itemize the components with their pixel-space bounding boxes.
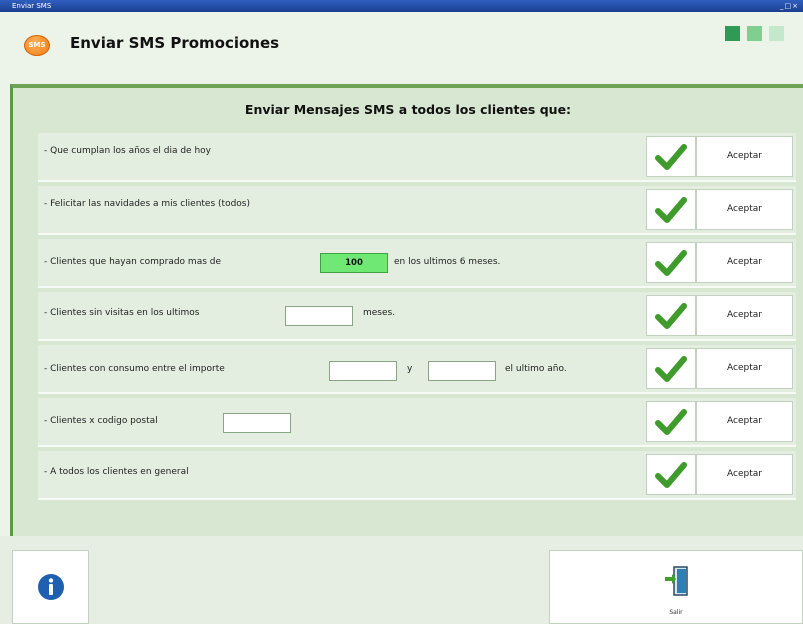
months-field[interactable] [285, 306, 353, 326]
confirm-check-button[interactable] [646, 295, 696, 336]
confirm-check-button[interactable] [646, 348, 696, 389]
accept-button[interactable]: Aceptar [696, 242, 793, 283]
row-label: - Clientes x codigo postal [44, 416, 158, 426]
criteria-row-no-visits: - Clientes sin visitas en los ultimos me… [38, 292, 796, 341]
accept-button[interactable]: Aceptar [696, 401, 793, 442]
app-header: SMS Enviar SMS Promociones [0, 12, 803, 84]
check-icon [655, 408, 687, 435]
row-label: - Clientes que hayan comprado mas de [44, 257, 222, 267]
confirm-check-button[interactable] [646, 454, 696, 495]
criteria-panel: Enviar Mensajes SMS a todos los clientes… [10, 84, 803, 540]
panel-title: Enviar Mensajes SMS a todos los clientes… [244, 102, 572, 117]
sms-logo: SMS [24, 35, 50, 56]
row-label: - Clientes con consumo entre el importe [44, 364, 225, 374]
accept-button[interactable]: Aceptar [696, 295, 793, 336]
accept-button[interactable]: Aceptar [696, 454, 793, 495]
amount-to-field[interactable] [428, 361, 496, 381]
criteria-row-purchases: - Clientes que hayan comprado mas de 100… [38, 239, 796, 288]
indicator-square-2 [747, 26, 763, 41]
row-suffix: en los ultimos 6 meses. [394, 257, 501, 267]
confirm-check-button[interactable] [646, 401, 696, 442]
row-label: - Clientes sin visitas en los ultimos [44, 308, 200, 318]
check-icon [655, 249, 687, 276]
criteria-row-birthday: - Que cumplan los años el dia de hoy Ace… [38, 133, 796, 182]
criteria-row-spend-range: - Clientes con consumo entre el importe … [38, 345, 796, 394]
row-suffix: el ultimo año. [505, 364, 567, 374]
page-title: Enviar SMS Promociones [70, 34, 280, 52]
check-icon [655, 461, 687, 488]
exit-button[interactable]: Salir [549, 550, 803, 624]
row-label: - Que cumplan los años el dia de hoy [44, 146, 211, 156]
info-icon [37, 574, 64, 600]
check-icon [655, 302, 687, 329]
accept-button[interactable]: Aceptar [696, 348, 793, 389]
exit-label: Salir [669, 609, 683, 616]
row-label: - Felicitar las navidades a mis clientes… [44, 199, 250, 209]
postal-code-field[interactable] [223, 413, 291, 433]
criteria-row-all-clients: - A todos los clientes en general Acepta… [38, 451, 796, 500]
exit-door-icon [665, 566, 688, 596]
row-suffix: meses. [363, 308, 396, 318]
status-indicators [725, 26, 786, 45]
check-icon [655, 355, 687, 382]
indicator-square-3 [769, 26, 785, 41]
window-titlebar: Enviar SMS _□× [0, 0, 803, 12]
indicator-square-1 [725, 26, 740, 41]
window-title: Enviar SMS [12, 2, 52, 10]
range-conjunction: y [407, 364, 413, 374]
footer-bar: Salir [0, 536, 803, 624]
confirm-check-button[interactable] [646, 136, 696, 177]
check-icon [655, 143, 687, 170]
window-controls[interactable]: _□× [780, 0, 799, 12]
accept-button[interactable]: Aceptar [696, 189, 793, 230]
amount-from-field[interactable] [329, 361, 397, 381]
check-icon [655, 196, 687, 223]
criteria-row-christmas: - Felicitar las navidades a mis clientes… [38, 186, 796, 235]
criteria-row-postal-code: - Clientes x codigo postal Aceptar [38, 398, 796, 447]
confirm-check-button[interactable] [646, 242, 696, 283]
accept-button[interactable]: Aceptar [696, 136, 793, 177]
row-label: - A todos los clientes en general [44, 467, 189, 477]
amount-field[interactable]: 100 [320, 253, 388, 273]
confirm-check-button[interactable] [646, 189, 696, 230]
info-button[interactable] [12, 550, 89, 624]
